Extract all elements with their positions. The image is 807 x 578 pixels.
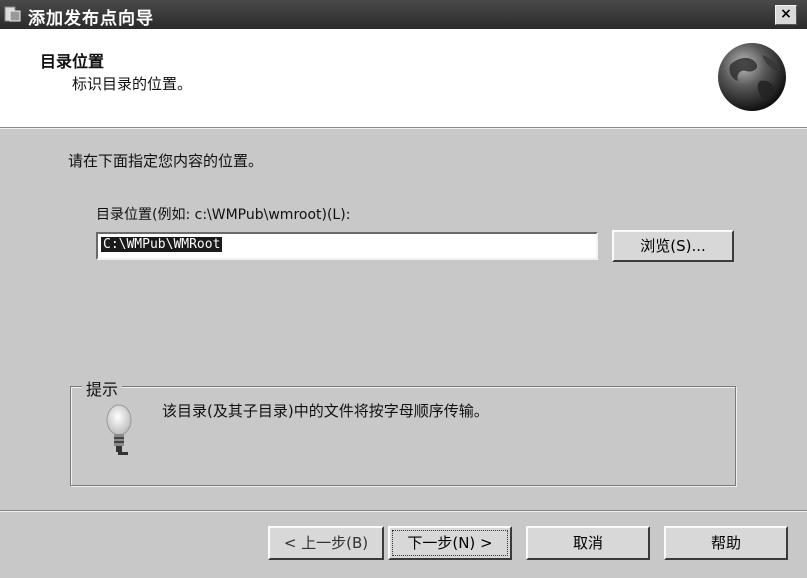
- header-divider: [0, 128, 807, 129]
- help-button[interactable]: 帮助: [664, 526, 788, 560]
- tips-legend: 提示: [82, 376, 123, 400]
- window-title: 添加发布点向导: [28, 9, 154, 29]
- lightbulb-icon: [106, 404, 132, 455]
- instruction-text: 请在下面指定您内容的位置。: [68, 152, 264, 170]
- directory-path-value: C:\WMPub\WMRoot: [101, 237, 223, 252]
- browse-button[interactable]: 浏览(S)...: [612, 230, 734, 262]
- back-button[interactable]: < 上一步(B): [268, 526, 384, 560]
- wizard-header: 目录位置 标识目录的位置。: [0, 29, 807, 128]
- close-icon: ×: [780, 6, 792, 22]
- wizard-icon: [4, 6, 21, 22]
- page-subtitle: 标识目录的位置。: [72, 75, 193, 93]
- next-button[interactable]: 下一步(N) >: [388, 526, 512, 560]
- directory-path-input[interactable]: C:\WMPub\WMRoot: [96, 232, 598, 260]
- directory-location-label: 目录位置(例如: c:\WMPub\wmroot)(L):: [96, 207, 351, 223]
- page-title: 目录位置: [40, 52, 105, 71]
- close-button[interactable]: ×: [775, 5, 797, 25]
- cancel-button[interactable]: 取消: [526, 526, 650, 560]
- footer-divider: [0, 510, 807, 512]
- title-bar[interactable]: 添加发布点向导 ×: [0, 0, 807, 29]
- globe-icon: [718, 43, 786, 111]
- tip-text: 该目录(及其子目录)中的文件将按字母顺序传输。: [162, 402, 489, 420]
